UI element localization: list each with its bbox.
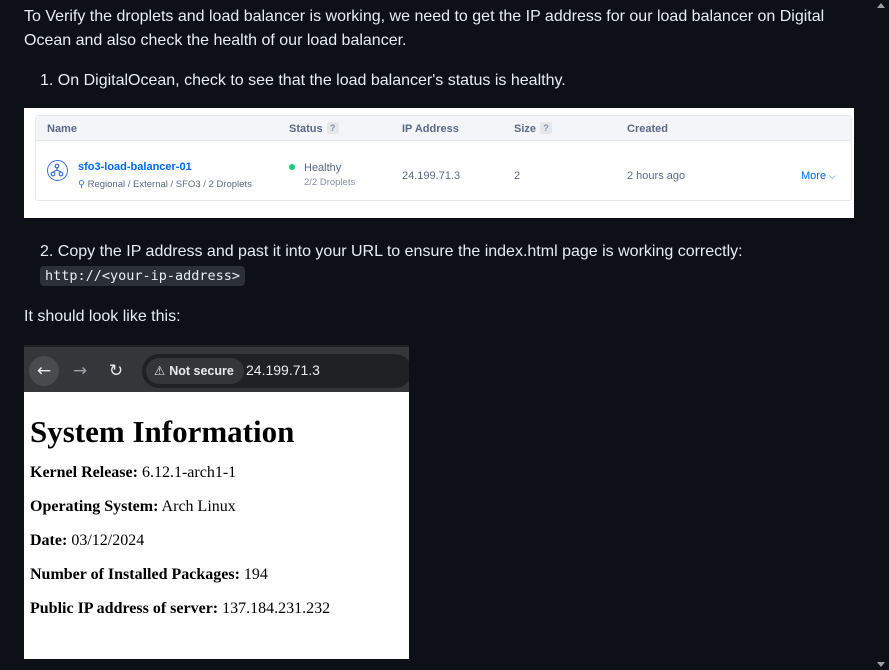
step-2: 2. Copy the IP address and past it into … [40,240,850,288]
status-text: Healthy [304,162,342,174]
not-secure-label: Not secure [169,364,234,378]
info-label: Number of Installed Packages: [30,566,240,583]
location-pin-icon: ⚲ [78,179,88,190]
load-balancer-meta: ⚲ Regional / External / SFO3 / 2 Droplet… [78,179,252,190]
intro-paragraph: To Verify the droplets and load balancer… [24,8,825,49]
web-page-content: System Information Kernel Release: 6.12.… [30,392,405,634]
help-icon[interactable]: ? [326,122,339,135]
info-row: Date: 03/12/2024 [30,532,405,550]
more-dropdown[interactable]: More ⌵ [801,170,836,182]
header-status: Status? [289,122,339,135]
scroll-down-arrow[interactable] [877,662,885,667]
header-created: Created [627,123,668,135]
info-value: 6.12.1-arch1-1 [137,464,237,481]
size-value: 2 [514,170,521,182]
info-label: Public IP address of server: [30,600,219,617]
load-balancer-table: Name Status? IP Address Size? Created sf… [35,115,852,201]
looks-like-text: It should look like this: [24,308,181,325]
info-value: Arch Linux [158,498,236,515]
droplets-count[interactable]: 2/2 Droplets [304,177,355,188]
table-row: sfo3-load-balancer-01 ⚲ Regional / Exter… [36,142,851,202]
info-row: Kernel Release: 6.12.1-arch1-1 [30,464,405,482]
info-value: 194 [239,566,268,583]
load-balancer-name-link[interactable]: sfo3-load-balancer-01 [78,161,192,173]
info-label: Operating System: [30,498,159,515]
ip-address: 24.199.71.3 [402,170,461,182]
created-value: 2 hours ago [627,170,686,182]
table-header: Name Status? IP Address Size? Created [36,116,851,141]
browser-screenshot: ← → ↻ ⚠ Not secure 24.199.71.3 System Inf… [24,345,409,659]
header-ip: IP Address [402,123,459,135]
load-balancer-icon [47,160,68,181]
info-value: 137.184.231.232 [218,600,331,617]
chevron-down-icon: ⌵ [829,171,836,181]
page-title: System Information [30,414,295,449]
header-status-label: Status [289,123,323,135]
meta-text: Regional / External / SFO3 / 2 Droplets [87,179,252,190]
info-row: Operating System: Arch Linux [30,498,405,516]
info-row: Public IP address of server: 137.184.231… [30,600,405,618]
load-balancer-screenshot: Name Status? IP Address Size? Created sf… [24,108,854,218]
reload-icon[interactable]: ↻ [101,356,131,386]
warning-icon: ⚠ [154,363,166,378]
address-bar[interactable]: ⚠ Not secure 24.199.71.3 [142,354,409,388]
browser-toolbar: ← → ↻ ⚠ Not secure 24.199.71.3 [24,345,409,392]
header-size-label: Size [514,123,537,135]
header-size: Size? [514,122,553,135]
info-row: Number of Installed Packages: 194 [30,566,405,584]
status-dot-icon [289,164,295,170]
more-label: More [801,170,827,182]
forward-arrow-icon[interactable]: → [65,356,95,386]
header-name: Name [47,123,77,135]
step-2-text: 2. Copy the IP address and past it into … [40,243,743,260]
info-value: 03/12/2024 [67,532,145,549]
not-secure-chip[interactable]: ⚠ Not secure [146,358,244,384]
step-1: 1. On DigitalOcean, check to see that th… [40,72,566,89]
scroll-up-arrow[interactable] [877,3,885,8]
help-icon[interactable]: ? [540,122,553,135]
back-arrow-icon[interactable]: ← [29,356,59,386]
url-text: 24.199.71.3 [246,362,320,378]
info-label: Date: [30,532,68,549]
info-label: Kernel Release: [30,464,138,481]
url-code: http://<your-ip-address> [40,266,246,286]
